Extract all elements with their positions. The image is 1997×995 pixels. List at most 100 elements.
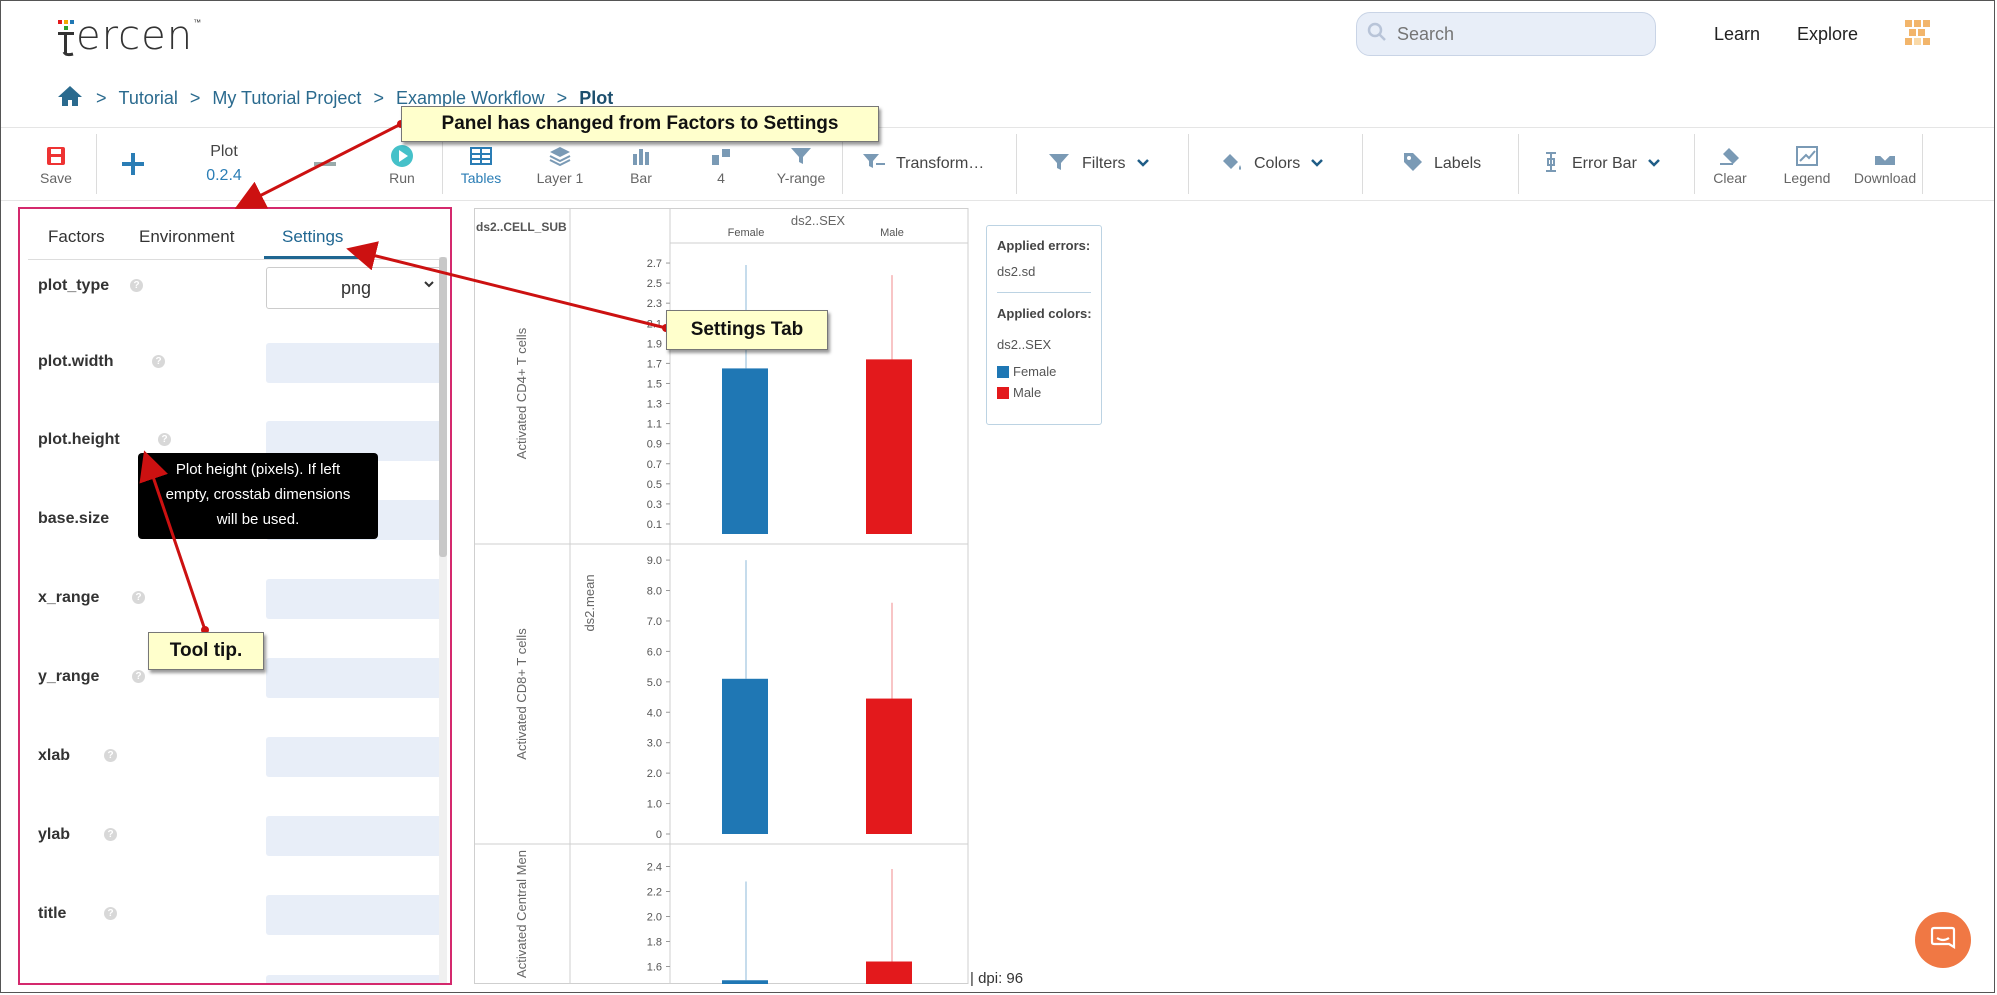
y-tick-label: 5.0 — [647, 677, 662, 689]
y-tick-label: 1.3 — [647, 399, 662, 411]
learn-link[interactable]: Learn — [1714, 24, 1760, 45]
scrollbar-thumb[interactable] — [439, 257, 447, 557]
help-icon[interactable]: ? — [130, 279, 143, 292]
transform-label: Transform… — [896, 155, 985, 172]
help-icon[interactable]: ? — [152, 355, 165, 368]
divider — [1362, 134, 1363, 194]
title-field[interactable] — [266, 895, 446, 935]
add-button[interactable] — [118, 128, 148, 200]
bar-label: Bar — [630, 170, 652, 186]
run-label: Run — [389, 170, 415, 186]
legend-swatch-female — [997, 366, 1009, 378]
setting-label: plot.height — [38, 431, 120, 448]
setting-label: ylab — [38, 826, 71, 843]
colors-button[interactable]: Colors — [1220, 128, 1324, 200]
ylab-field[interactable] — [266, 816, 446, 856]
filters-label: Filters — [1082, 155, 1126, 172]
plot-type-select[interactable]: png — [266, 267, 446, 309]
xlab-field[interactable] — [266, 737, 446, 777]
y-tick-label: 3.0 — [647, 738, 662, 750]
filters-button[interactable]: Filters — [1048, 128, 1150, 200]
x-range-field[interactable] — [266, 579, 446, 619]
divider — [96, 134, 97, 194]
y-tick-label: 0.1 — [647, 519, 662, 531]
tables-label: Tables — [460, 170, 502, 186]
apps-menu-icon[interactable] — [1903, 18, 1933, 48]
legend-divider — [997, 292, 1091, 293]
logo-t-icon — [56, 16, 76, 57]
setting-row-title: title ? — [38, 895, 446, 935]
next-field[interactable] — [266, 975, 446, 983]
setting-row-next — [38, 975, 446, 983]
labels-label: Labels — [1434, 155, 1482, 172]
divider — [842, 134, 843, 194]
layers-icon — [549, 142, 571, 170]
legend-button[interactable]: Legend — [1782, 128, 1832, 200]
help-icon[interactable]: ? — [158, 433, 171, 446]
help-icon[interactable]: ? — [132, 591, 145, 604]
eraser-icon — [1719, 142, 1741, 170]
divider — [1188, 134, 1189, 194]
logo-text: ercen — [76, 13, 194, 59]
error-bar-button[interactable]: Error Bar — [1540, 128, 1661, 200]
y-tick-label: 1.1 — [647, 419, 662, 431]
bar — [866, 698, 912, 834]
clear-button[interactable]: Clear — [1710, 128, 1750, 200]
error-bar-icon — [1540, 151, 1562, 178]
help-icon[interactable]: ? — [104, 907, 117, 920]
plot-operator[interactable]: Plot 0.2.4 — [200, 128, 248, 200]
chat-button[interactable] — [1915, 912, 1971, 968]
y-tick-label: 6.0 — [647, 646, 662, 658]
labels-button[interactable]: Labels — [1402, 128, 1481, 200]
help-icon[interactable]: ? — [104, 828, 117, 841]
y-tick-label: 7.0 — [647, 616, 662, 628]
help-icon[interactable]: ? — [104, 749, 117, 762]
chevron-down-icon[interactable] — [1647, 155, 1661, 173]
setting-row-xlab: xlab ? — [38, 737, 446, 777]
save-button[interactable]: Save — [36, 128, 76, 200]
y-range-field[interactable] — [266, 658, 446, 698]
home-icon[interactable] — [56, 84, 84, 113]
explore-link[interactable]: Explore — [1797, 24, 1858, 45]
bar-chart-icon — [631, 142, 651, 170]
remove-button[interactable] — [310, 128, 340, 200]
save-label: Save — [40, 170, 72, 186]
setting-row-ylab: ylab ? — [38, 816, 446, 856]
search-input[interactable] — [1395, 22, 1629, 46]
settings-panel: Factors Environment Settings plot_type ?… — [18, 207, 452, 985]
legend-label-female: Female — [1013, 364, 1057, 379]
logo-trademark: ™ — [193, 18, 202, 27]
transform-button[interactable]: Transform… — [862, 128, 984, 200]
breadcrumb-tutorial[interactable]: Tutorial — [119, 88, 178, 109]
setting-label: xlab — [38, 747, 71, 764]
tab-settings[interactable]: Settings — [282, 227, 343, 247]
y-tick-label: 2.5 — [647, 278, 662, 290]
tooltip: Plot height (pixels). If left empty, cro… — [138, 453, 378, 539]
plot-width-field[interactable] — [266, 343, 446, 383]
legend-label-male: Male — [1013, 385, 1042, 400]
download-button[interactable]: Download — [1852, 128, 1918, 200]
panel-scrollbar[interactable] — [439, 257, 447, 983]
tab-environment[interactable]: Environment — [139, 227, 234, 247]
chevron-down-icon[interactable] — [1310, 155, 1324, 173]
download-icon — [1874, 142, 1896, 170]
minus-icon — [313, 150, 337, 178]
help-icon[interactable]: ? — [132, 670, 145, 683]
y-tick-label: 2.3 — [647, 298, 662, 310]
tab-factors[interactable]: Factors — [48, 227, 105, 247]
breadcrumb-project[interactable]: My Tutorial Project — [212, 88, 361, 109]
y-tick-label: 2.7 — [647, 258, 662, 270]
breadcrumb-separator: > — [373, 88, 384, 108]
yrange-label: Y-range — [776, 170, 826, 186]
chevron-down-icon[interactable] — [1136, 155, 1150, 173]
tercen-logo[interactable]: ercen ™ — [56, 12, 202, 59]
divider — [1518, 134, 1519, 194]
breadcrumb-separator: > — [96, 88, 107, 108]
y-tick-label: 1.0 — [647, 799, 662, 811]
setting-label: base.size — [38, 510, 110, 527]
y-tick-label: 2.1 — [647, 318, 662, 330]
plot-name: Plot — [210, 143, 238, 160]
y-tick-label: 0 — [656, 829, 662, 841]
setting-label: title — [38, 905, 67, 922]
search-box[interactable] — [1356, 12, 1656, 56]
